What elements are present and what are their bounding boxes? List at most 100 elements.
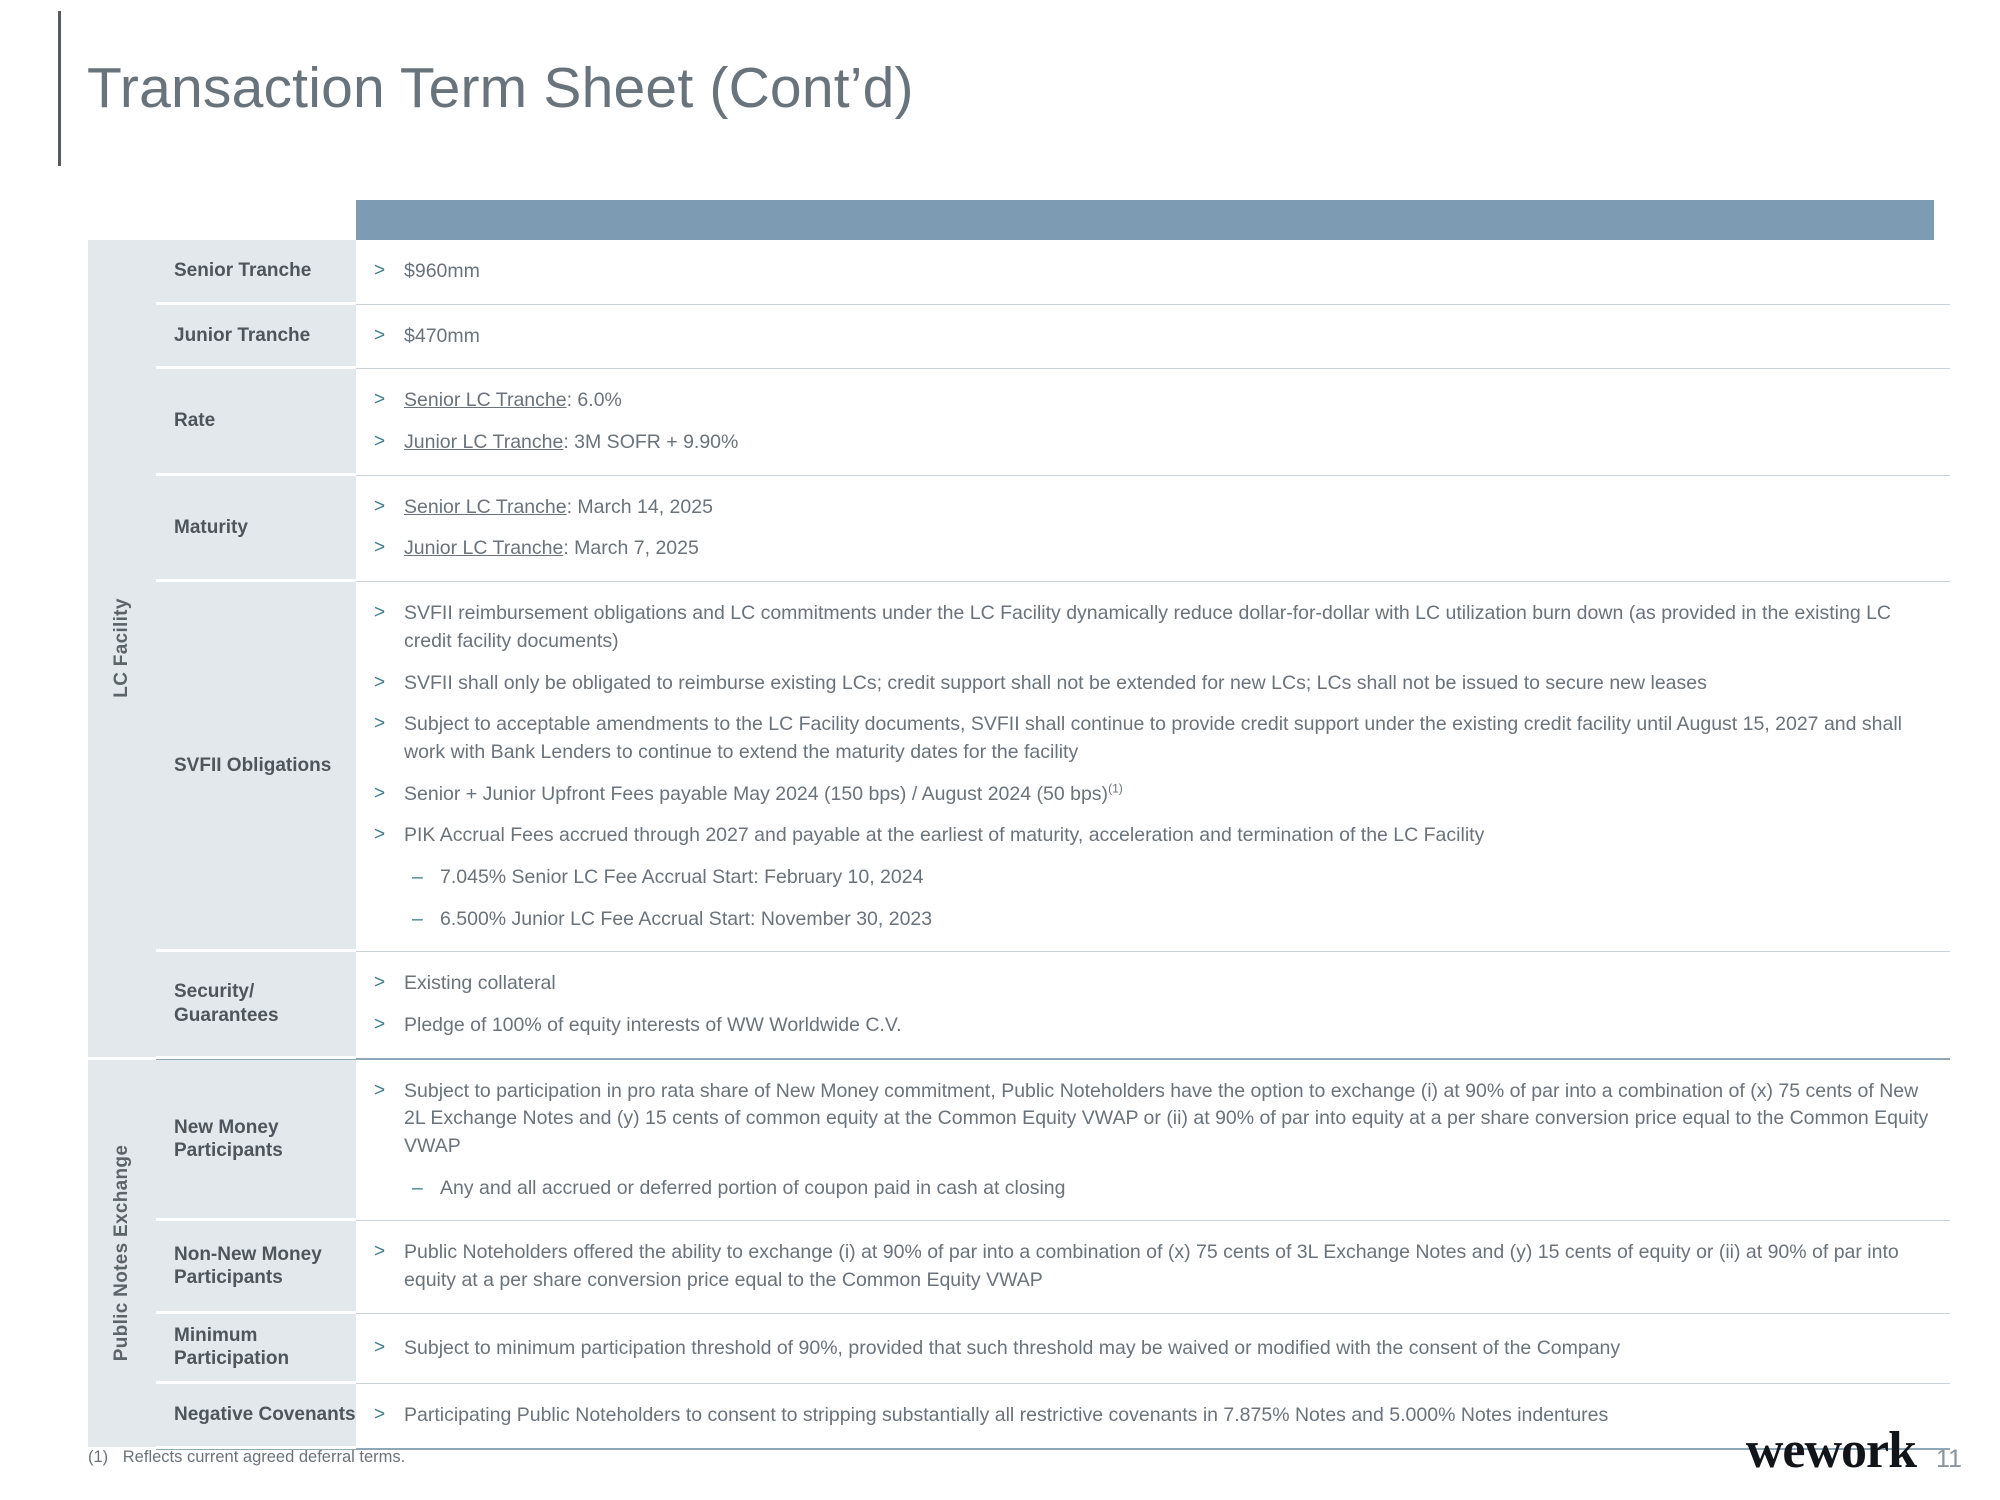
footnote-marker: (1) xyxy=(1108,781,1123,796)
bullet-value: : March 14, 2025 xyxy=(566,495,713,518)
section-label-lc-facility: LC Facility xyxy=(88,240,156,1057)
chevron-right-icon: > xyxy=(374,824,386,846)
bullet-item: > SVFII shall only be obligated to reimbu… xyxy=(374,670,1934,698)
chevron-right-icon: > xyxy=(374,602,386,624)
chevron-right-icon: > xyxy=(374,1014,386,1035)
table-row: Non-New Money Participants > Public Noteho… xyxy=(156,1221,1950,1314)
sub-bullet-item: –7.045% Senior LC Fee Accrual Start: Feb… xyxy=(412,864,1934,892)
bullet-main-text: Existing collateral xyxy=(404,972,556,995)
chevron-right-icon: > xyxy=(374,389,386,411)
row-label: Senior Tranche xyxy=(156,240,356,305)
page-header: Transaction Term Sheet (Cont’d) xyxy=(58,8,914,168)
chevron-right-icon: > xyxy=(374,537,386,559)
row-label: Security/ Guarantees xyxy=(156,952,356,1059)
row-label: Negative Covenants xyxy=(156,1383,356,1449)
bullet-main-text: Subject to participation in pro rata sha… xyxy=(404,1079,1929,1158)
bullet-item: > Senior LC Tranche: 6.0% xyxy=(374,387,1934,415)
chevron-right-icon: > xyxy=(374,431,386,453)
row-content: > Subject to minimum participation thresh… xyxy=(356,1314,1950,1383)
table-row: Junior Tranche > $470mm xyxy=(156,304,1950,370)
footnote-text: Reflects current agreed deferral terms. xyxy=(122,1448,406,1466)
row-label: Rate xyxy=(156,369,356,476)
row-content: > Existing collateral > Pledge of 100% of e… xyxy=(356,952,1950,1057)
table-row: Minimum Participation > Subject to minimum… xyxy=(156,1313,1950,1384)
bullet-item: > Pledge of 100% of equity interests of W… xyxy=(374,1012,1934,1040)
sub-bullet-text: Any and all accrued or deferred portion … xyxy=(440,1176,1066,1199)
bullet-item: > Subject to minimum participation thresh… xyxy=(374,1335,1934,1363)
sub-bullet-item: –6.500% Junior LC Fee Accrual Start: Nov… xyxy=(412,906,1934,934)
section-label-public-notes-exchange: Public Notes Exchange xyxy=(88,1059,156,1447)
bullet-main-text: Subject to minimum participation thresho… xyxy=(404,1336,1621,1359)
bullet-text: Senior LC Tranche: March 14, 2025 xyxy=(404,494,1934,522)
row-content: > Participating Public Noteholders to con… xyxy=(356,1384,1950,1448)
row-label: Non-New Money Participants xyxy=(156,1221,356,1314)
chevron-right-icon: > xyxy=(374,1403,386,1425)
footer-brand: wework 11 xyxy=(1746,1425,1962,1477)
chevron-right-icon: > xyxy=(374,972,386,994)
bullet-text: SVFII shall only be obligated to reimbur… xyxy=(404,670,1934,698)
bullet-item: > Subject to participation in pro rata sh… xyxy=(374,1078,1934,1161)
bullet-value: : March 7, 2025 xyxy=(563,537,699,560)
dash-icon: – xyxy=(412,865,423,888)
row-label: New Money Participants xyxy=(156,1059,356,1222)
chevron-right-icon: > xyxy=(374,671,386,693)
bullet-text: Public Noteholders offered the ability t… xyxy=(404,1239,1934,1294)
bullet-text: Subject to participation in pro rata sha… xyxy=(404,1078,1934,1161)
dash-icon: – xyxy=(412,1176,423,1199)
chevron-right-icon: > xyxy=(374,260,386,281)
bullet-value: : 3M SOFR + 9.90% xyxy=(563,431,739,454)
table-row: New Money Participants > Subject to partic… xyxy=(156,1059,1950,1222)
bullet-main-text: PIK Accrual Fees accrued through 2027 an… xyxy=(404,824,1485,847)
table-header-band xyxy=(356,200,1934,240)
bullet-text: Participating Public Noteholders to cons… xyxy=(404,1402,1934,1430)
bullet-main-text: Participating Public Noteholders to cons… xyxy=(404,1403,1609,1426)
bullet-main-text: $470mm xyxy=(404,324,480,347)
bullet-main-text: Public Noteholders offered the ability t… xyxy=(404,1241,1899,1292)
row-content: > $470mm xyxy=(356,305,1950,369)
bullet-value: : 6.0% xyxy=(566,389,622,412)
sub-bullet-text: 6.500% Junior LC Fee Accrual Start: Nove… xyxy=(440,907,933,930)
row-content: > Senior LC Tranche: 6.0% > Junior LC Tranc… xyxy=(356,369,1950,474)
bullet-text: Subject to minimum participation thresho… xyxy=(404,1335,1934,1363)
bullet-main-text: Senior + Junior Upfront Fees payable May… xyxy=(404,782,1109,805)
bullet-main-text: Subject to acceptable amendments to the … xyxy=(404,713,1903,763)
bullet-text: $960mm xyxy=(404,258,1934,286)
bullet-main-text: Pledge of 100% of equity interests of WW… xyxy=(404,1014,902,1036)
section-label-text: LC Facility xyxy=(111,598,132,699)
row-label: Junior Tranche xyxy=(156,304,356,370)
row-label: Minimum Participation xyxy=(156,1313,356,1384)
row-content: > Subject to participation in pro rata sh… xyxy=(356,1060,1950,1221)
bullet-item: > Junior LC Tranche: 3M SOFR + 9.90% xyxy=(374,429,1934,457)
chevron-right-icon: > xyxy=(374,782,386,804)
chevron-right-icon: > xyxy=(374,1079,386,1101)
bullet-text: PIK Accrual Fees accrued through 2027 an… xyxy=(404,822,1934,850)
bullet-term: Senior LC Tranche xyxy=(404,389,567,412)
bullet-main-text: SVFII reimbursement obligations and LC c… xyxy=(404,602,1892,652)
footnote-number: (1) xyxy=(88,1448,109,1466)
bullet-term: Junior LC Tranche xyxy=(404,537,564,560)
table-row: Negative Covenants > Participating Public … xyxy=(156,1383,1950,1450)
bullet-text: Pledge of 100% of equity interests of WW… xyxy=(404,1012,1934,1040)
dash-icon: – xyxy=(412,907,423,930)
table-row: Senior Tranche > $960mm xyxy=(156,240,1950,305)
wework-logo: wework xyxy=(1745,1422,1917,1479)
chevron-right-icon: > xyxy=(374,495,386,517)
table-row: Rate > Senior LC Tranche: 6.0% > Junior LC T… xyxy=(156,369,1950,476)
row-content: > SVFII reimbursement obligations and LC … xyxy=(356,582,1950,951)
bullet-text: Senior + Junior Upfront Fees payable May… xyxy=(404,781,1934,809)
bullet-text: Senior LC Tranche: 6.0% xyxy=(404,387,1934,415)
bullet-text: Subject to acceptable amendments to the … xyxy=(404,711,1934,766)
row-content: > $960mm xyxy=(356,240,1950,304)
table-row: SVFII Obligations > SVFII reimbursement ob… xyxy=(156,582,1950,953)
page-title: Transaction Term Sheet (Cont’d) xyxy=(87,55,914,120)
bullet-main-text: SVFII shall only be obligated to reimbur… xyxy=(404,671,1707,694)
section-rows: New Money Participants > Subject to partic… xyxy=(156,1059,1950,1450)
sub-bullet-item: – Any and all accrued or deferred portion… xyxy=(412,1175,1934,1203)
section-rows: Senior Tranche > $960mm Junior Tranche > $470… xyxy=(156,240,1950,1060)
term-sheet-table: LC Facility Senior Tranche > $960mm Junior T… xyxy=(88,200,1950,1450)
bullet-term: Junior LC Tranche xyxy=(404,431,564,454)
bullet-item: > Public Noteholders offered the ability … xyxy=(374,1239,1934,1294)
bullet-item: > SVFII reimbursement obligations and LC … xyxy=(374,600,1934,655)
bullet-item: > Senior + Junior Upfront Fees payable Ma… xyxy=(374,781,1934,809)
row-label: Maturity xyxy=(156,475,356,583)
